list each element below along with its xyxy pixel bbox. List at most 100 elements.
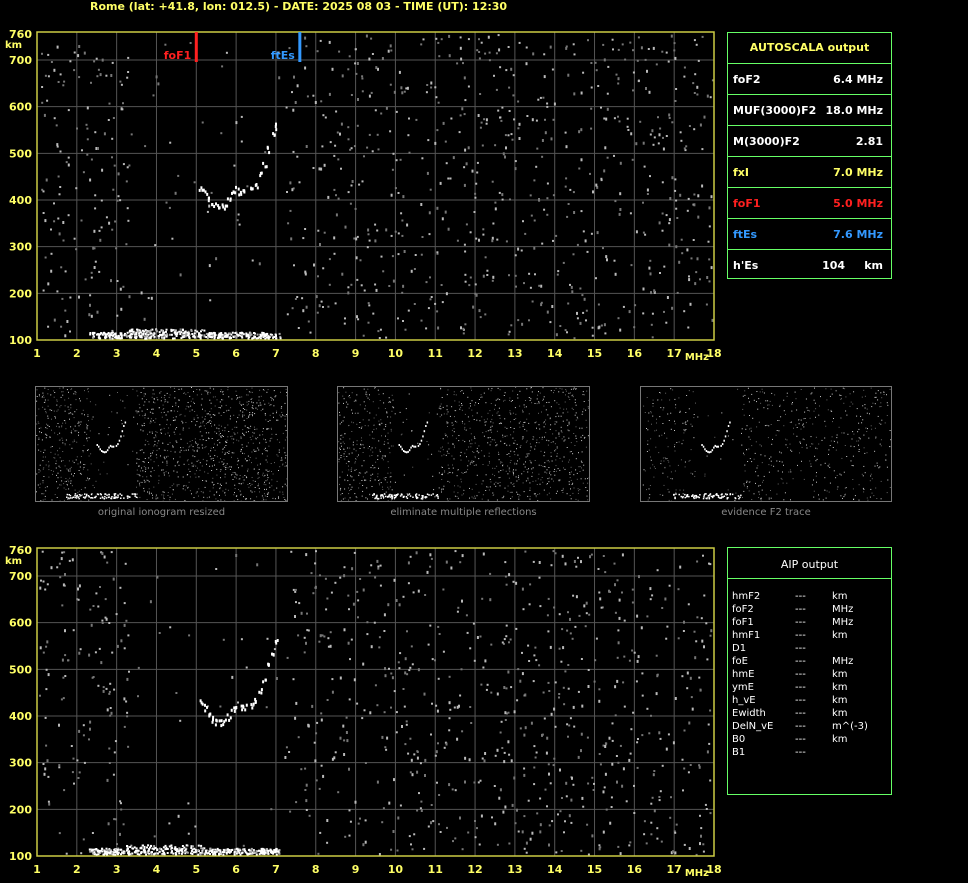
aip-param: foF1 — [732, 617, 754, 628]
x-tick-label: 6 — [232, 863, 240, 876]
marker-label-fof1: foF1 — [164, 49, 192, 62]
aip-row: foE --- MHz — [732, 656, 887, 669]
thumbnail-f2-trace — [640, 386, 892, 502]
y-axis-label: km — [5, 40, 22, 51]
aip-row: Ewidth --- km — [732, 708, 887, 721]
y-tick-label: 700 — [9, 570, 32, 583]
aip-param: Ewidth — [732, 708, 766, 719]
aip-row: ymE --- km — [732, 682, 887, 695]
x-tick-label: 9 — [352, 863, 360, 876]
y-tick-label: 300 — [9, 241, 32, 254]
aip-row: foF1 --- MHz — [732, 617, 887, 630]
aip-value: --- — [795, 617, 806, 628]
x-tick-label: 7 — [272, 863, 280, 876]
autoscala-param: foF1 — [733, 197, 761, 210]
main-ionogram-chart: foF1 ftEs1 2 3 4 5 6 7 8 9 10 11 12 13 14 15 16 17 1810020… — [5, 28, 722, 363]
aip-row: hmE --- km — [732, 669, 887, 682]
f2-trace — [199, 639, 279, 728]
aip-divider — [728, 578, 891, 579]
autoscala-value: 5.0 MHz — [833, 197, 883, 210]
aip-ionogram-chart: 1 2 3 4 5 6 7 8 9 10 11 12 13 14 15 16 17 181002003004005… — [5, 544, 722, 879]
y-tick-label: 500 — [9, 663, 32, 676]
autoscala-row: foF2 6.4 MHz — [728, 63, 891, 95]
aip-value: --- — [795, 669, 806, 680]
autoscala-value: 7.0 MHz — [833, 166, 883, 179]
aip-unit: km — [832, 591, 848, 602]
aip-value: --- — [795, 682, 806, 693]
autoscala-value: 6.4 MHz — [833, 73, 883, 86]
thumbnail-multiple-reflections — [337, 386, 590, 502]
x-tick-label: 2 — [73, 347, 81, 360]
x-tick-label: 5 — [192, 863, 200, 876]
x-tick-label: 12 — [467, 347, 482, 360]
x-axis-label: MHz — [685, 868, 709, 879]
y-tick-label: 400 — [9, 710, 32, 723]
autoscala-value: 2.81 — [855, 135, 883, 148]
autoscala-row: ftEs 7.6 MHz — [728, 218, 891, 250]
x-tick-label: 12 — [467, 863, 482, 876]
x-tick-label: 4 — [153, 347, 161, 360]
grid — [36, 547, 715, 857]
aip-param: h_vE — [732, 695, 756, 706]
es-trace — [89, 328, 282, 340]
y-tick-label: 100 — [9, 334, 32, 347]
x-tick-label: 8 — [312, 347, 320, 360]
aip-value: --- — [795, 604, 806, 615]
aip-unit: m^(-3) — [832, 721, 868, 732]
aip-param: B0 — [732, 734, 746, 745]
x-tick-label: 16 — [627, 347, 643, 360]
x-tick-label: 15 — [587, 863, 602, 876]
aip-value: --- — [795, 708, 806, 719]
y-tick-label: 600 — [9, 101, 32, 114]
aip-value: --- — [795, 591, 806, 602]
x-tick-label: 17 — [667, 347, 682, 360]
autoscala-value: 7.6 MHz — [833, 228, 883, 241]
aip-panel: AIP output hmF2 --- km foF2 --- MHz foF1 --- MHz… — [727, 547, 892, 795]
marker-ftes — [298, 32, 302, 62]
aip-unit: MHz — [832, 656, 854, 667]
x-tick-label: 5 — [192, 347, 200, 360]
aip-row: DelN_vE --- m^(-3) — [732, 721, 887, 734]
x-tick-label: 13 — [507, 347, 522, 360]
autoscala-title: AUTOSCALA output — [749, 41, 870, 54]
f2-trace — [198, 122, 278, 211]
x-tick-label: 15 — [587, 347, 602, 360]
aip-param: hmE — [732, 669, 755, 680]
y-tick-label: 200 — [9, 287, 32, 300]
aip-param: foF2 — [732, 604, 754, 615]
aip-param: ymE — [732, 682, 754, 693]
x-tick-label: 13 — [507, 863, 522, 876]
autoscala-value: 104 km — [822, 259, 883, 272]
autoscala-row: h'Es 104 km — [728, 249, 891, 281]
y-tick-label: 600 — [9, 617, 32, 630]
x-tick-label: 17 — [667, 863, 682, 876]
aip-unit: MHz — [832, 617, 854, 628]
aip-unit: km — [832, 630, 848, 641]
aip-row: hmF2 --- km — [732, 591, 887, 604]
marker-label-ftes: ftEs — [271, 49, 296, 62]
marker-fof1 — [194, 32, 198, 62]
thumbnail-original-caption: original ionogram resized — [97, 507, 226, 518]
x-tick-label: 11 — [428, 347, 443, 360]
autoscala-row: fxI 7.0 MHz — [728, 156, 891, 188]
aip-row: B0 --- km — [732, 734, 887, 747]
aip-unit: MHz — [832, 604, 854, 615]
aip-row: hmF1 --- km — [732, 630, 887, 643]
x-tick-label: 10 — [388, 863, 404, 876]
aip-param: hmF2 — [732, 591, 761, 602]
x-tick-label: 4 — [153, 863, 161, 876]
thumbnail-f2-trace-caption: evidence F2 trace — [721, 507, 811, 518]
aip-unit: km — [832, 669, 848, 680]
aip-value: --- — [795, 643, 806, 654]
y-tick-label: 300 — [9, 757, 32, 770]
autoscala-row: MUF(3000)F2 18.0 MHz — [728, 94, 891, 126]
y-tick-label: 100 — [9, 850, 32, 863]
y-tick-label: 700 — [9, 54, 32, 67]
autoscala-param: fxI — [733, 166, 749, 179]
x-tick-label: 1 — [33, 863, 41, 876]
y-axis-label: km — [5, 556, 22, 567]
x-axis-label: MHz — [685, 352, 709, 363]
grid — [36, 31, 715, 341]
y-tick-label: 500 — [9, 147, 32, 160]
es-trace — [88, 844, 281, 856]
